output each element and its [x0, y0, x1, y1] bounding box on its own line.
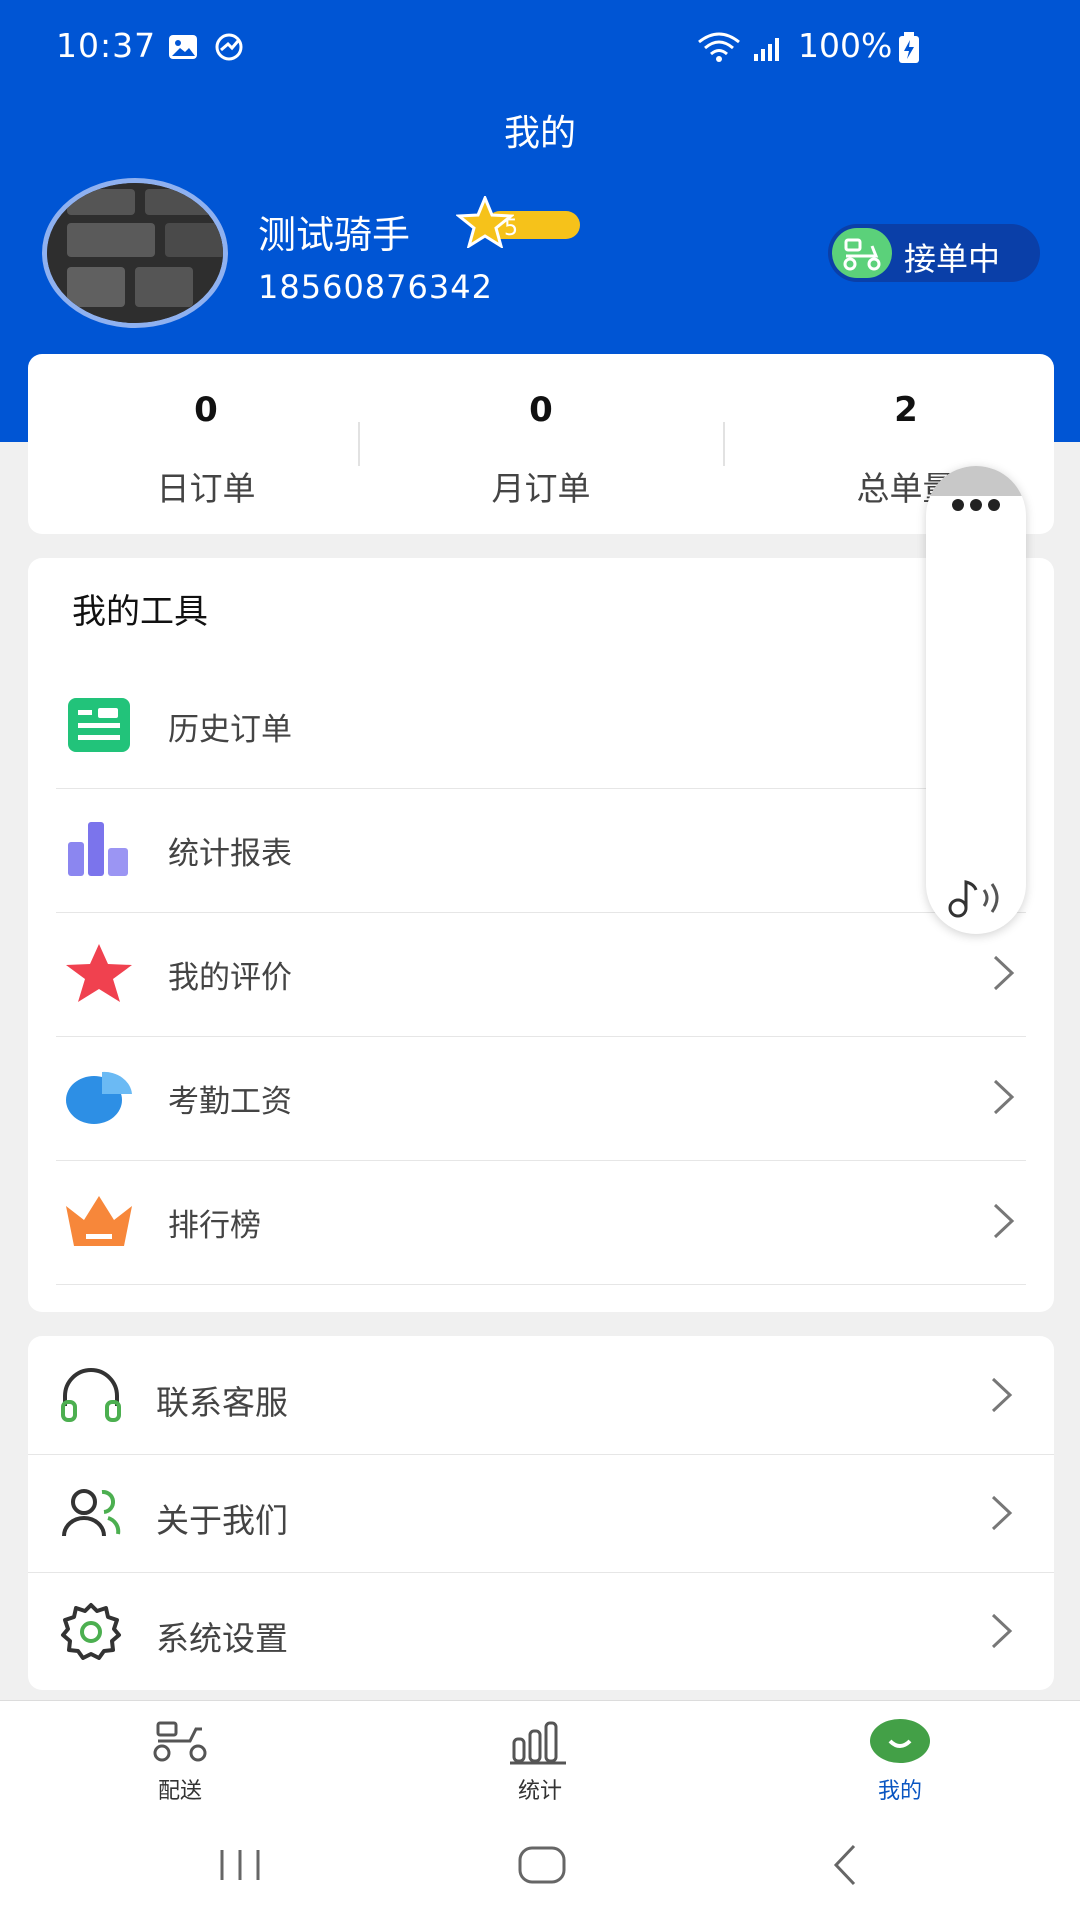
about-us-row[interactable]: 关于我们 — [28, 1454, 1054, 1573]
status-time: 10:37 — [56, 26, 157, 65]
tool-label: 历史订单 — [168, 712, 292, 748]
chevron-right-icon — [991, 1377, 1013, 1413]
system-settings-row[interactable]: 系统设置 — [28, 1572, 1054, 1690]
stats-icon — [510, 1721, 566, 1765]
recent-apps-icon[interactable] — [210, 1840, 270, 1890]
sound-icon[interactable] — [946, 874, 1010, 920]
nav-label: 统计 — [517, 1779, 562, 1804]
order-status-toggle[interactable]: 接单中 — [828, 224, 1040, 282]
bottom-nav: 配送 统计 我的 — [0, 1700, 1080, 1811]
bar-chart-icon — [68, 822, 128, 876]
stat-monthly-orders[interactable]: 0 月订单 — [391, 354, 691, 534]
nav-label: 我的 — [877, 1779, 922, 1804]
tool-label: 统计报表 — [168, 836, 292, 872]
tool-attendance-salary[interactable]: 考勤工资 — [56, 1036, 1026, 1161]
stat-label: 月订单 — [491, 469, 591, 508]
gallery-icon — [169, 35, 197, 59]
nav-delivery[interactable]: 配送 — [70, 1701, 290, 1811]
order-status-label: 接单中 — [904, 240, 1001, 278]
stat-value: 2 — [894, 390, 918, 430]
list-icon — [68, 698, 130, 752]
stat-value: 0 — [194, 390, 218, 430]
level-number: 5 — [504, 216, 518, 241]
tool-leaderboard[interactable]: 排行榜 — [56, 1160, 1026, 1285]
tool-my-reviews[interactable]: 我的评价 — [56, 912, 1026, 1037]
scooter-icon — [832, 228, 892, 278]
contact-support-label: 联系客服 — [156, 1383, 288, 1422]
scooter-icon — [153, 1721, 207, 1762]
battery-level: 100% — [798, 26, 893, 65]
users-icon — [62, 1489, 121, 1537]
user-phone: 18560876342 — [258, 268, 493, 306]
back-icon[interactable] — [816, 1840, 876, 1890]
crown-icon — [66, 1196, 132, 1246]
stat-daily-orders[interactable]: 0 日订单 — [56, 354, 356, 534]
floating-panel[interactable] — [926, 466, 1026, 934]
signal-icon — [754, 38, 779, 61]
stats-card: 0 日订单 0 月订单 2 总单量 — [28, 354, 1054, 534]
panel-handle — [926, 466, 1026, 496]
contact-support-row[interactable]: 联系客服 — [28, 1336, 1054, 1455]
tool-history-orders[interactable]: 历史订单 — [56, 664, 1026, 789]
settings-card: 联系客服 关于我们 系统设置 — [28, 1336, 1054, 1690]
chevron-right-icon — [993, 1203, 1015, 1239]
system-settings-label: 系统设置 — [156, 1619, 288, 1658]
profile-icon — [870, 1719, 930, 1763]
star-icon — [66, 944, 132, 1002]
system-navigation-bar — [0, 1810, 1080, 1920]
divider — [358, 422, 360, 466]
more-icon[interactable] — [948, 498, 1004, 512]
about-us-label: 关于我们 — [156, 1501, 288, 1540]
avatar-photo — [47, 183, 223, 323]
tool-stats-report[interactable]: 统计报表 — [56, 788, 1026, 913]
headset-icon — [61, 1368, 121, 1422]
chevron-right-icon — [993, 1079, 1015, 1115]
chevron-right-icon — [991, 1495, 1013, 1531]
nav-label: 配送 — [157, 1779, 202, 1804]
tools-card: 我的工具 历史订单 统计报表 我的评价 考勤工资 排行榜 — [28, 558, 1054, 1312]
nav-statistics[interactable]: 统计 — [430, 1701, 650, 1811]
chevron-right-icon — [991, 1613, 1013, 1649]
tool-label: 考勤工资 — [168, 1084, 292, 1120]
status-bar: 10:37 100% — [0, 0, 1080, 96]
sync-icon — [215, 33, 243, 61]
tool-label: 排行榜 — [168, 1208, 261, 1244]
battery-icon — [899, 32, 919, 63]
divider — [723, 422, 725, 466]
home-icon[interactable] — [512, 1840, 572, 1890]
tool-label: 我的评价 — [168, 960, 292, 996]
page-title: 我的 — [503, 113, 576, 154]
nav-profile[interactable]: 我的 — [790, 1701, 1010, 1811]
pie-chart-icon — [66, 1071, 132, 1124]
chevron-right-icon — [993, 955, 1015, 991]
gear-icon — [61, 1603, 121, 1660]
user-name: 测试骑手 — [258, 213, 411, 257]
stat-label: 日订单 — [156, 469, 256, 508]
level-badge: 5 — [456, 196, 584, 248]
avatar[interactable] — [42, 178, 228, 328]
wifi-icon — [698, 32, 740, 62]
stat-value: 0 — [529, 390, 553, 430]
tools-title: 我的工具 — [72, 592, 208, 632]
